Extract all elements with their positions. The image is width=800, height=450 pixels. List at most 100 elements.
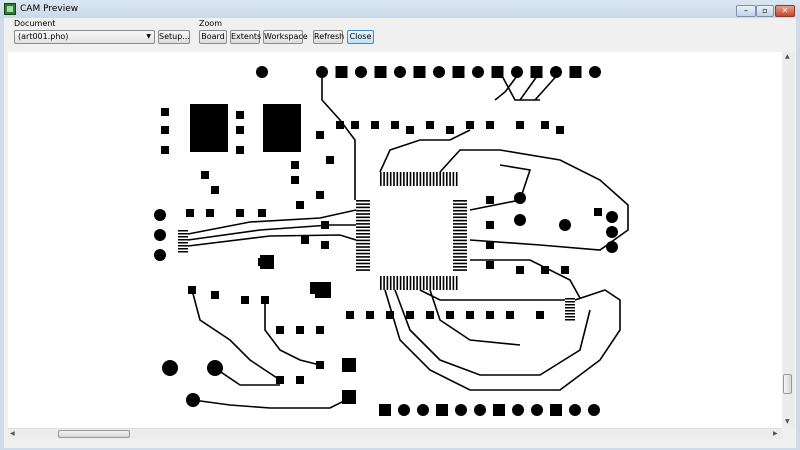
zoom-extents-button[interactable]: Extents bbox=[230, 30, 261, 44]
pad-square bbox=[178, 245, 188, 247]
pad-square bbox=[383, 172, 385, 186]
pad-square bbox=[550, 404, 562, 416]
pad-square bbox=[178, 251, 188, 253]
vertical-scrollbar[interactable]: ▲ ▼ bbox=[782, 52, 794, 428]
pad-round bbox=[606, 241, 618, 253]
horizontal-scrollbar[interactable]: ◀ ▶ bbox=[8, 428, 782, 439]
pad-square bbox=[389, 172, 392, 186]
pad-square bbox=[453, 249, 467, 252]
pad-square bbox=[432, 276, 435, 290]
pad-square bbox=[453, 223, 467, 225]
pad-square bbox=[565, 307, 575, 309]
pad-square bbox=[453, 236, 467, 238]
pad-square bbox=[380, 172, 382, 186]
pad-square bbox=[276, 326, 284, 334]
maximize-button[interactable]: ▫ bbox=[756, 5, 774, 17]
pad-square bbox=[403, 276, 405, 290]
pad-square bbox=[386, 276, 389, 290]
pad-square bbox=[594, 208, 602, 216]
pad-square bbox=[356, 266, 370, 268]
setup-button[interactable]: Setup... bbox=[158, 30, 190, 44]
pad-square bbox=[516, 121, 524, 129]
pad-square bbox=[432, 172, 435, 186]
pad-square bbox=[178, 248, 188, 250]
pad-square bbox=[356, 249, 370, 252]
pad-square bbox=[426, 121, 434, 129]
pad-square bbox=[409, 172, 412, 186]
pad-square bbox=[356, 246, 370, 248]
pad-square bbox=[466, 121, 474, 129]
pad-square bbox=[371, 121, 379, 129]
scroll-down-icon[interactable]: ▼ bbox=[785, 418, 790, 425]
close-button[interactable]: Close bbox=[347, 30, 374, 44]
scroll-right-icon[interactable]: ▶ bbox=[773, 430, 778, 437]
minimize-button[interactable]: – bbox=[736, 5, 756, 17]
pad-square bbox=[241, 296, 249, 304]
pad-square bbox=[446, 172, 448, 186]
pad-square bbox=[453, 213, 467, 215]
pad-round bbox=[559, 219, 571, 231]
pad-square bbox=[453, 239, 467, 242]
pad-square bbox=[442, 276, 445, 290]
pad-square bbox=[565, 310, 575, 312]
pad-round bbox=[455, 404, 467, 416]
document-select[interactable]: (art001.pho) ▼ bbox=[14, 30, 155, 44]
pad-square bbox=[453, 233, 467, 235]
pad-square bbox=[442, 172, 445, 186]
scroll-up-icon[interactable]: ▲ bbox=[785, 53, 790, 60]
pad-square bbox=[178, 242, 188, 244]
pcb-preview-canvas[interactable] bbox=[8, 52, 782, 428]
pad-square bbox=[356, 252, 370, 255]
pad-square bbox=[356, 200, 370, 202]
pad-round bbox=[606, 226, 618, 238]
pad-square bbox=[211, 186, 219, 194]
trace bbox=[379, 129, 471, 173]
pad-square bbox=[236, 146, 244, 154]
refresh-button[interactable]: Refresh bbox=[313, 30, 344, 44]
pad-square bbox=[396, 276, 399, 290]
pad-square bbox=[455, 172, 458, 186]
pad-square bbox=[453, 246, 467, 248]
pad-square bbox=[446, 311, 454, 319]
scroll-left-icon[interactable]: ◀ bbox=[10, 430, 15, 437]
pad-square bbox=[406, 311, 414, 319]
pad-round bbox=[588, 404, 600, 416]
zoom-workspace-button[interactable]: Workspace bbox=[263, 30, 308, 44]
pad-round bbox=[514, 214, 526, 226]
pad-square bbox=[356, 219, 370, 222]
pad-square bbox=[453, 216, 467, 219]
pad-square bbox=[466, 311, 474, 319]
pad-square bbox=[335, 66, 348, 78]
pad-round bbox=[316, 66, 328, 78]
trace bbox=[192, 397, 351, 409]
pad-square bbox=[439, 172, 441, 186]
zoom-board-button[interactable]: Board bbox=[199, 30, 227, 44]
pad-square bbox=[436, 404, 448, 416]
pad-square bbox=[422, 172, 425, 186]
pad-round bbox=[355, 66, 367, 78]
close-window-button[interactable]: ✕ bbox=[775, 5, 795, 17]
pad-square bbox=[486, 221, 494, 229]
pad-square bbox=[380, 276, 382, 290]
pad-square bbox=[161, 108, 169, 116]
pad-round bbox=[417, 404, 429, 416]
vertical-scroll-thumb[interactable] bbox=[783, 374, 792, 394]
pad-square bbox=[486, 121, 494, 129]
pad-square bbox=[161, 146, 169, 154]
pad-square bbox=[396, 172, 399, 186]
pad-square bbox=[386, 172, 389, 186]
pad-square bbox=[416, 172, 418, 186]
cam-preview-panel: Document (art001.pho) ▼ Setup... Zoom Bo… bbox=[4, 18, 796, 448]
pad-round bbox=[162, 360, 178, 376]
pad-square bbox=[565, 313, 575, 315]
pad-square bbox=[453, 203, 467, 205]
pad-square bbox=[436, 172, 438, 186]
document-value: (art001.pho) bbox=[18, 32, 69, 41]
pad-square bbox=[356, 216, 370, 219]
horizontal-scroll-thumb[interactable] bbox=[58, 430, 130, 438]
pad-square bbox=[506, 311, 514, 319]
pad-square bbox=[413, 276, 415, 290]
window-title: CAM Preview bbox=[20, 4, 79, 14]
pad-square bbox=[342, 358, 356, 372]
pad-square bbox=[536, 311, 544, 319]
